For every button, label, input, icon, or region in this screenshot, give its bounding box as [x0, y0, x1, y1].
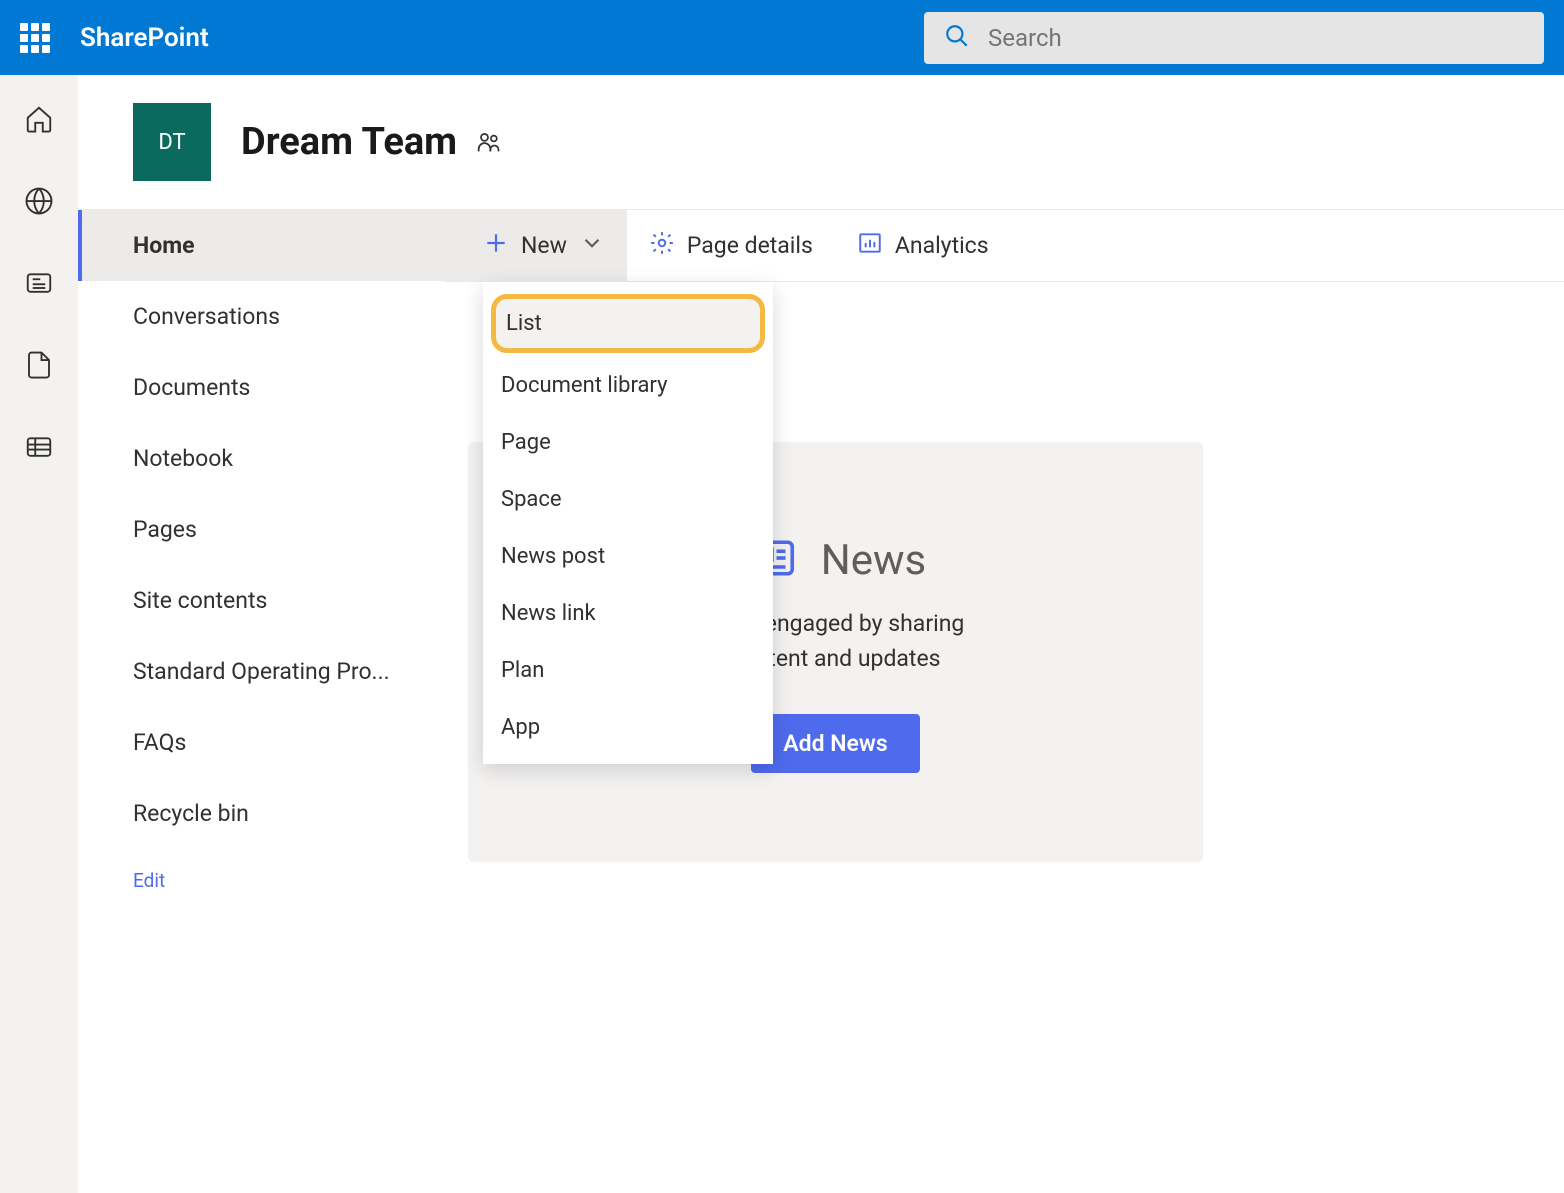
top-bar: SharePoint: [0, 0, 1564, 75]
file-icon[interactable]: [23, 349, 55, 381]
analytics-icon: [857, 230, 883, 262]
analytics-label: Analytics: [895, 232, 989, 259]
search-input[interactable]: [988, 24, 1524, 52]
home-icon[interactable]: [23, 103, 55, 135]
menu-item-plan[interactable]: Plan: [483, 642, 773, 699]
search-icon: [944, 23, 970, 53]
news-icon[interactable]: [23, 267, 55, 299]
menu-item-document-library[interactable]: Document library: [483, 357, 773, 414]
app-launcher-icon[interactable]: [20, 23, 50, 53]
sidenav-item-faqs[interactable]: FAQs: [78, 707, 443, 778]
left-rail: [0, 75, 78, 1193]
globe-icon[interactable]: [23, 185, 55, 217]
brand-label[interactable]: SharePoint: [80, 23, 209, 53]
menu-item-space[interactable]: Space: [483, 471, 773, 528]
site-logo[interactable]: DT: [133, 103, 211, 181]
sidenav-item-notebook[interactable]: Notebook: [78, 423, 443, 494]
page-details-label: Page details: [687, 232, 813, 259]
sidenav-item-documents[interactable]: Documents: [78, 352, 443, 423]
plus-icon: [483, 230, 509, 262]
gear-icon: [649, 230, 675, 262]
new-dropdown-menu: List Document library Page Space News po…: [483, 282, 773, 764]
search-box[interactable]: [924, 12, 1544, 64]
sidenav-item-site-contents[interactable]: Site contents: [78, 565, 443, 636]
sidenav-item-pages[interactable]: Pages: [78, 494, 443, 565]
sidenav-item-conversations[interactable]: Conversations: [78, 281, 443, 352]
teams-icon[interactable]: [473, 128, 503, 156]
new-button[interactable]: New: [443, 210, 627, 281]
sidenav-item-sop[interactable]: Standard Operating Pro...: [78, 636, 443, 707]
page-details-button[interactable]: Page details: [627, 210, 835, 281]
news-title: News: [821, 536, 926, 585]
site-header: DT Dream Team: [78, 75, 1564, 209]
list-icon[interactable]: [23, 431, 55, 463]
menu-item-news-post[interactable]: News post: [483, 528, 773, 585]
sidenav-item-recycle-bin[interactable]: Recycle bin: [78, 778, 443, 849]
menu-item-page[interactable]: Page: [483, 414, 773, 471]
add-news-button[interactable]: Add News: [751, 714, 919, 773]
menu-item-news-link[interactable]: News link: [483, 585, 773, 642]
site-title[interactable]: Dream Team: [241, 120, 457, 164]
menu-item-list[interactable]: List: [491, 294, 765, 353]
edit-nav-link[interactable]: Edit: [78, 849, 443, 912]
side-navigation: Home Conversations Documents Notebook Pa…: [78, 210, 443, 912]
sidenav-item-home[interactable]: Home: [78, 210, 443, 281]
chevron-down-icon: [579, 230, 605, 262]
menu-item-app[interactable]: App: [483, 699, 773, 756]
command-bar: New Page details: [443, 210, 1564, 282]
analytics-button[interactable]: Analytics: [835, 210, 1011, 281]
new-label: New: [521, 232, 567, 259]
